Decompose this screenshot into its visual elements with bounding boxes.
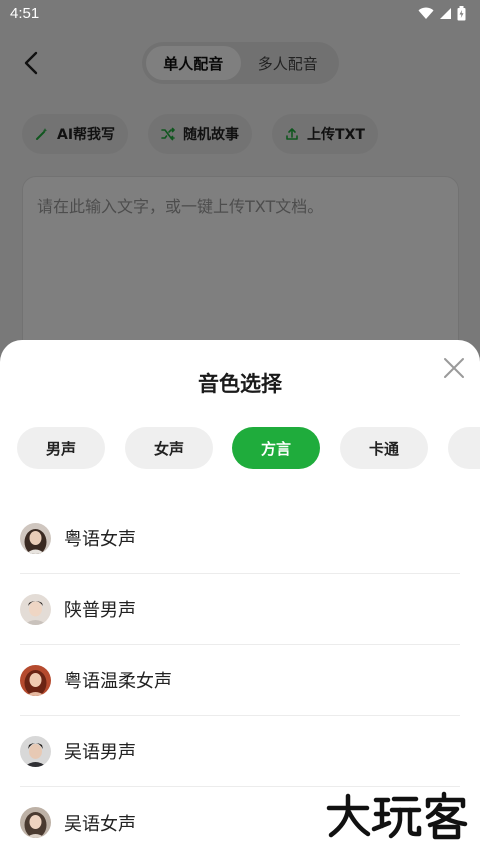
chip-dialect[interactable]: 方言 (232, 427, 320, 469)
list-item[interactable]: 粤语温柔女声 (20, 645, 460, 716)
list-item[interactable]: 陕普男声 (20, 574, 460, 645)
female-portrait-avatar (20, 664, 51, 696)
status-bar: 4:51 (0, 0, 480, 28)
voice-name: 陕普男声 (64, 600, 136, 621)
voice-name: 吴语男声 (64, 742, 136, 763)
male-portrait-avatar (20, 735, 51, 767)
voice-name: 粤语温柔女声 (64, 671, 172, 692)
female-portrait-avatar (20, 807, 51, 838)
watermark-logo (326, 790, 472, 840)
sheet-title: 音色选择 (198, 372, 282, 396)
wifi-icon (418, 7, 434, 20)
close-icon[interactable] (442, 356, 466, 380)
voice-name: 吴语女声 (64, 813, 136, 835)
status-time: 4:51 (10, 5, 40, 22)
female-portrait-avatar (20, 522, 51, 554)
chip-male[interactable]: 男声 (17, 427, 105, 469)
chip-cartoon[interactable]: 卡通 (340, 427, 428, 469)
voice-name: 粤语女声 (64, 529, 136, 550)
voice-selection-sheet: 音色选择 男声 女声 方言 卡通 粤语女声 陕普男声 粤语温柔女声 吴语男声 吴… (0, 340, 480, 853)
chip-female[interactable]: 女声 (125, 427, 213, 469)
category-chips: 男声 女声 方言 卡通 (0, 427, 480, 469)
signal-icon (439, 7, 452, 20)
chip-more[interactable] (448, 427, 480, 469)
male-portrait-avatar (20, 593, 51, 625)
list-item[interactable]: 吴语男声 (20, 716, 460, 787)
list-item[interactable]: 粤语女声 (20, 503, 460, 574)
battery-icon (457, 6, 466, 21)
